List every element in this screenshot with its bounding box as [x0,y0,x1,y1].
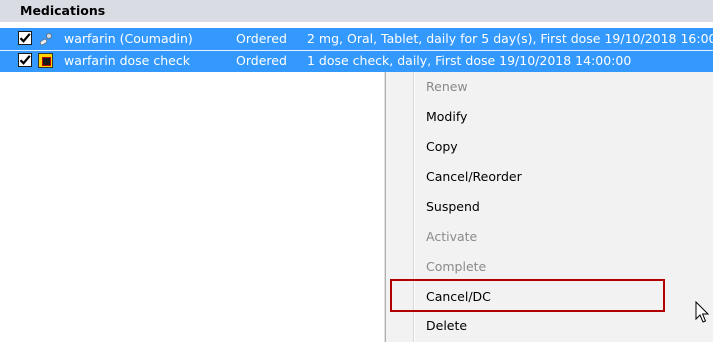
pill-icon [38,31,54,47]
mouse-cursor-icon [695,300,711,325]
checkbox[interactable] [18,53,32,67]
menu-item-activate[interactable]: Activate [426,226,477,248]
menu-item-modify[interactable]: Modify [426,106,467,128]
menu-item-suspend[interactable]: Suspend [426,196,480,218]
medication-details: 2 mg, Oral, Tablet, daily for 5 day(s), … [307,31,713,46]
menu-item-copy[interactable]: Copy [426,136,458,158]
section-title: Medications [20,3,106,18]
medication-name: warfarin (Coumadin) [64,31,193,46]
medication-status: Ordered [236,53,287,68]
medication-name: warfarin dose check [64,53,190,68]
medication-details: 1 dose check, daily, First dose 19/10/20… [307,53,632,68]
medication-status: Ordered [236,31,287,46]
menu-item-renew[interactable]: Renew [426,76,468,98]
menu-item-cancel-reorder[interactable]: Cancel/Reorder [426,166,522,188]
medication-row-warfarin-dose-check[interactable]: warfarin dose check Ordered 1 dose check… [0,50,713,72]
checkmark-icon [19,55,31,65]
dose-check-icon [38,53,53,68]
menu-item-delete[interactable]: Delete [426,315,467,337]
menu-item-complete[interactable]: Complete [426,256,486,278]
checkmark-icon [19,33,31,43]
medications-section-header: Medications [0,0,713,22]
checkbox[interactable] [18,31,32,45]
medication-row-warfarin-coumadin[interactable]: warfarin (Coumadin) Ordered 2 mg, Oral, … [0,28,713,50]
cancel-dc-highlight-box [390,279,665,312]
